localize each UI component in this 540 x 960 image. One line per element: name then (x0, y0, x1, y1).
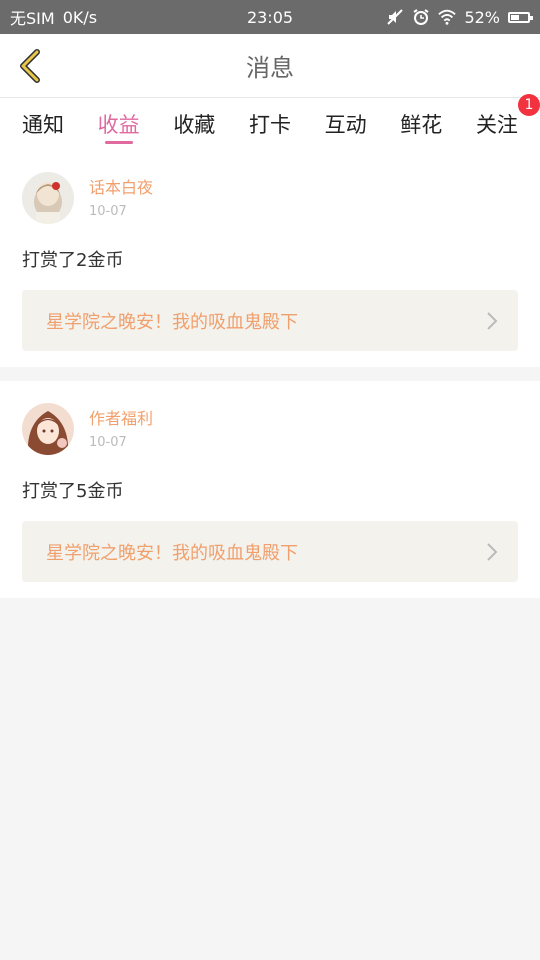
tab-label: 收藏 (173, 113, 216, 137)
avatar-image (22, 403, 74, 455)
tab-label: 收益 (97, 113, 140, 137)
message-header: 话本白夜 10-07 (22, 172, 518, 224)
book-link[interactable]: 星学院之晚安！我的吸血鬼殿下 (22, 521, 518, 582)
tab-flowers[interactable]: 鲜花 (400, 98, 442, 150)
chevron-right-icon (487, 311, 498, 330)
tab-bar: 通知 收益 收藏 打卡 互动 鲜花 关注 1 (0, 94, 540, 150)
message-meta: 话本白夜 10-07 (89, 172, 153, 219)
message-header: 作者福利 10-07 (22, 403, 518, 455)
page-title: 消息 (246, 54, 294, 82)
chevron-right-icon (487, 542, 498, 561)
book-title: 星学院之晚安！我的吸血鬼殿下 (46, 542, 298, 564)
tab-notify[interactable]: 通知 (22, 98, 64, 150)
avatar[interactable] (22, 172, 74, 224)
tab-earnings[interactable]: 收益 (98, 98, 140, 150)
status-left: 无SIM 0K/s (10, 5, 97, 29)
message-card: 作者福利 10-07 打赏了5金币 星学院之晚安！我的吸血鬼殿下 (0, 381, 540, 598)
message-date: 10-07 (89, 435, 127, 450)
message-card: 话本白夜 10-07 打赏了2金币 星学院之晚安！我的吸血鬼殿下 (0, 150, 540, 367)
mute-icon (387, 9, 404, 25)
back-button[interactable] (12, 48, 48, 84)
wifi-icon (438, 9, 457, 25)
nav-bar: 消息 (0, 34, 540, 98)
book-title: 星学院之晚安！我的吸血鬼殿下 (46, 311, 298, 333)
tab-interaction[interactable]: 互动 (325, 98, 367, 150)
tab-label: 打卡 (248, 113, 291, 137)
alarm-icon (413, 9, 429, 25)
user-name[interactable]: 话本白夜 (89, 174, 153, 198)
tab-label: 关注 (475, 113, 518, 137)
tab-follow[interactable]: 关注 1 (475, 94, 540, 150)
user-name[interactable]: 作者福利 (89, 405, 153, 429)
message-meta: 作者福利 10-07 (89, 403, 153, 450)
notification-badge: 1 (517, 94, 540, 116)
battery-percent: 52% (464, 7, 500, 27)
avatar-image (22, 172, 74, 224)
avatar[interactable] (22, 403, 74, 455)
tab-label: 互动 (324, 113, 367, 137)
status-bar: 无SIM 0K/s 23:05 52% (0, 0, 540, 34)
tab-checkin[interactable]: 打卡 (249, 98, 291, 150)
carrier-label: 无SIM (10, 9, 55, 28)
chevron-left-icon (20, 49, 40, 83)
net-speed-label: 0K/s (62, 7, 98, 27)
battery-fill (511, 14, 519, 20)
reward-text: 打赏了2金币 (22, 250, 124, 271)
tab-favorites[interactable]: 收藏 (173, 98, 215, 150)
tab-label: 鲜花 (400, 113, 443, 137)
message-date: 10-07 (89, 204, 127, 219)
battery-icon (508, 11, 533, 23)
status-right: 52% (386, 7, 533, 27)
reward-text: 打赏了5金币 (22, 481, 124, 502)
book-link[interactable]: 星学院之晚安！我的吸血鬼殿下 (22, 290, 518, 351)
tab-label: 通知 (22, 113, 64, 137)
